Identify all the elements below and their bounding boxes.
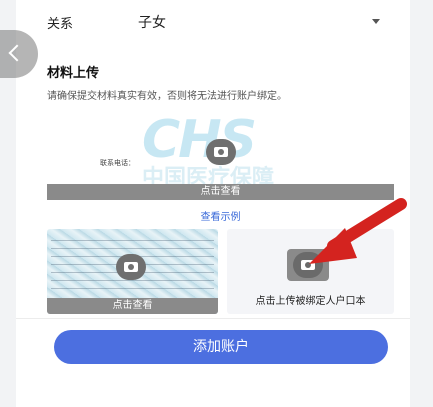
view-example-link[interactable]: 查看示例 — [0, 208, 433, 223]
materials-notice: 请确保提交材料真实有效，否则将无法进行账户绑定。 — [47, 91, 287, 102]
camera-icon[interactable] — [116, 254, 146, 280]
id-card-image[interactable]: 点击查看 — [47, 229, 218, 314]
sample-document[interactable]: CHS 中国医疗保障 联系电话： 点击查看 — [47, 104, 394, 200]
upload-label: 点击上传被绑定人户口本 — [255, 296, 366, 307]
view-button[interactable]: 点击查看 — [47, 184, 394, 200]
add-account-button[interactable]: 添加账户 — [54, 330, 388, 364]
relation-label: 关系 — [47, 17, 74, 32]
relation-select[interactable]: 关系 子女 — [16, 0, 394, 44]
household-register-upload[interactable]: 点击上传被绑定人户口本 — [227, 229, 394, 314]
camera-icon[interactable] — [206, 139, 236, 165]
divider — [16, 318, 410, 319]
phone-label: 联系电话： — [100, 159, 135, 167]
caret-down-icon[interactable] — [372, 19, 380, 24]
relation-value[interactable]: 子女 — [138, 12, 166, 32]
chevron-left-icon — [8, 44, 26, 62]
upload-camera-button[interactable] — [287, 249, 329, 281]
id-card-view-button[interactable]: 点击查看 — [47, 298, 218, 314]
camera-icon — [293, 252, 323, 278]
materials-title: 材料上传 — [47, 66, 100, 81]
